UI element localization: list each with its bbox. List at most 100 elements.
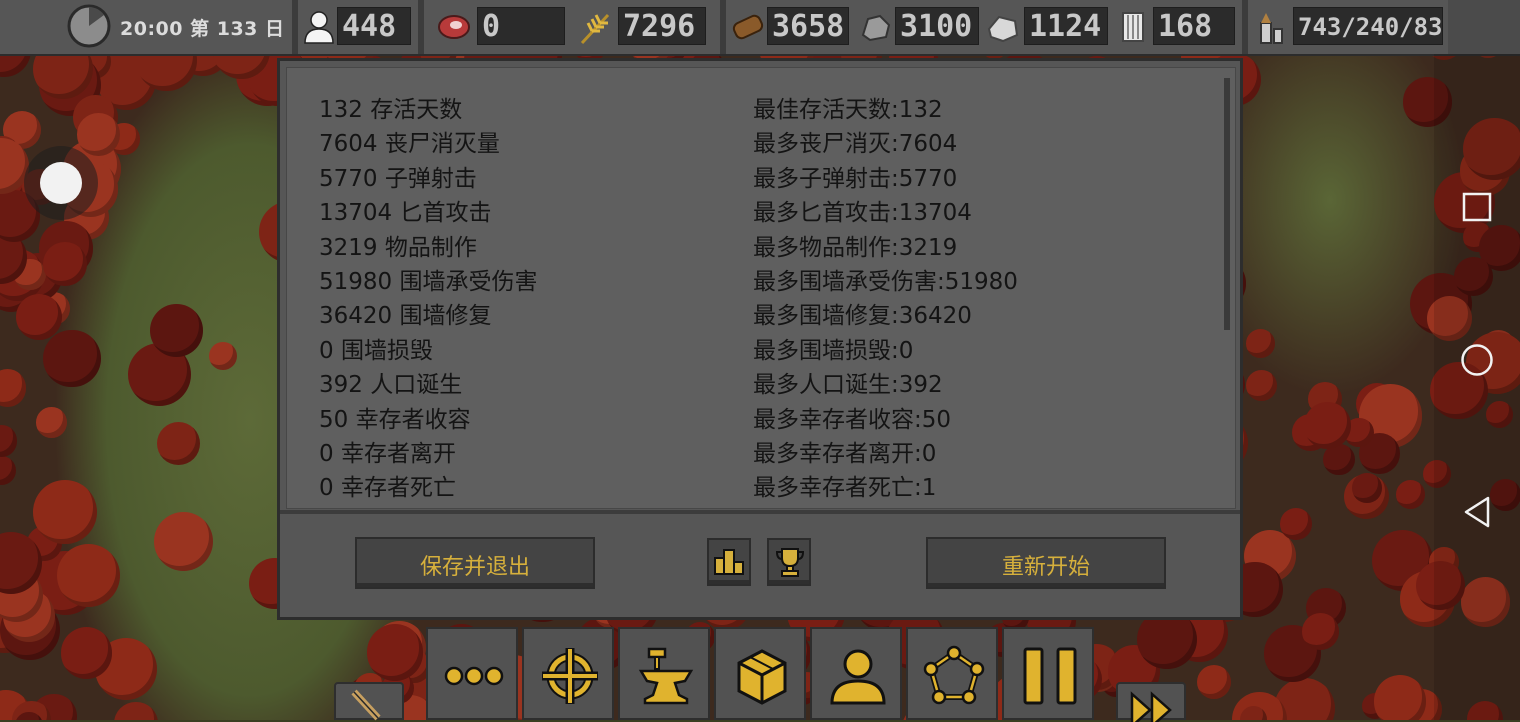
stat-row: 3219 物品制作 最多物品制作:3219 — [287, 228, 1227, 262]
back-icon[interactable] — [1462, 495, 1492, 529]
tree-canopy — [153, 511, 213, 571]
recent-apps-icon[interactable] — [1462, 192, 1492, 222]
stat-current-value: 36420 围墙修复 — [319, 303, 492, 330]
tree-canopy — [0, 455, 17, 486]
scrap-metal-icon — [987, 15, 1019, 43]
ammo-icon — [1260, 13, 1283, 44]
tree-canopy — [1301, 612, 1339, 650]
restart-label: 重新开始 — [1001, 555, 1090, 580]
survivors-button[interactable] — [810, 627, 902, 720]
stat-best-value: 最多物品 — [753, 503, 845, 508]
tree-canopy — [1303, 401, 1351, 449]
stat-row: 5770 子弹射击 最多子弹射击:5770 — [287, 159, 1227, 193]
home-icon[interactable] — [1460, 343, 1494, 377]
network-button[interactable] — [906, 627, 998, 720]
podium-icon — [714, 549, 744, 575]
tree-canopy — [77, 113, 120, 156]
storage-button[interactable] — [714, 627, 806, 720]
joystick-knob[interactable] — [40, 162, 82, 204]
stat-best-value: 最多物品制作:3219 — [753, 234, 958, 261]
stat-row: 0 幸存者离开 最多幸存者离开:0 — [287, 434, 1227, 468]
stat-current-value: 0 幸存者死亡 — [319, 475, 456, 502]
stat-current-value: 3219 物品制作 — [319, 234, 477, 261]
tree-canopy — [56, 544, 120, 607]
tree-canopy — [209, 342, 238, 371]
save-and-exit-label: 保存并退出 — [419, 555, 530, 580]
resource-bar: 20:00 第 133 日 448 0 7296 3658 3100 1124 … — [0, 0, 1520, 56]
pause-icon — [1023, 647, 1077, 705]
more-menu-button[interactable] — [426, 627, 518, 720]
survivors-count: 448 — [337, 7, 411, 45]
stat-best-value: 最多幸存者收容:50 — [753, 406, 952, 433]
day-time-label: 20:00 第 133 日 — [120, 14, 285, 41]
tree-canopy — [15, 293, 62, 340]
tree-canopy — [32, 480, 97, 544]
time-text: 20:00 — [120, 18, 183, 40]
crosshair-icon — [542, 648, 598, 704]
pencil-icon — [351, 689, 381, 721]
stat-current-value: 51980 围墙承受伤害 — [319, 269, 538, 295]
ammo-count: 743/240/83 — [1293, 7, 1443, 45]
bottom-toolbar — [426, 627, 1094, 720]
tree-canopy — [366, 624, 423, 681]
tree-canopy — [0, 369, 27, 407]
meat-count: 0 — [477, 7, 565, 45]
stat-best-value: 最多人口诞生:392 — [753, 372, 943, 399]
dialog-divider — [280, 510, 1240, 514]
game-over-stats-dialog: 0 正品 最多物品 0 幸存者死亡 最多幸存者死亡:1 0 幸存者离开 最多幸存者离开:0… — [277, 58, 1243, 620]
stats-scrollbar[interactable] — [1224, 78, 1230, 330]
tree-canopy — [42, 242, 87, 287]
anvil-icon — [638, 647, 694, 705]
target-mode-button[interactable] — [522, 627, 614, 720]
stat-current-value: 13704 匕首攻击 — [319, 200, 492, 227]
stat-row: 51980 围墙承受伤害 最多围墙承受伤害:51980 — [287, 262, 1227, 296]
scrap-count: 1124 — [1024, 7, 1108, 45]
crafting-button[interactable] — [618, 627, 710, 720]
tree-canopy — [35, 406, 67, 438]
stat-current-value: 0 正品 — [319, 503, 387, 508]
achievements-button[interactable] — [767, 538, 811, 586]
stat-best-value: 最多幸存者死亡:1 — [753, 475, 937, 502]
movement-joystick[interactable] — [24, 146, 98, 220]
stat-current-value: 392 人口诞生 — [319, 372, 463, 399]
stat-current-value: 7604 丧尸消灭量 — [319, 131, 500, 158]
pause-button[interactable] — [1002, 627, 1094, 720]
stat-best-value: 最多丧尸消灭:7604 — [753, 131, 958, 158]
stat-current-value: 50 幸存者收容 — [319, 406, 471, 433]
build-tool-button[interactable] — [334, 682, 404, 721]
stat-current-value: 0 幸存者离开 — [319, 441, 456, 467]
tree-canopy — [1280, 508, 1312, 540]
stat-best-value: 最多围墙损毁:0 — [753, 337, 914, 364]
save-and-exit-button[interactable]: 保存并退出 — [355, 537, 595, 589]
tree-canopy — [1196, 664, 1232, 700]
stat-current-value: 5770 子弹射击 — [319, 165, 477, 192]
fast-forward-button[interactable] — [1116, 682, 1186, 722]
stat-row: 132 存活天数 最佳存活天数:132 — [287, 90, 1227, 124]
day-text: 第 133 日 — [190, 18, 285, 40]
stats-list[interactable]: 0 正品 最多物品 0 幸存者死亡 最多幸存者死亡:1 0 幸存者离开 最多幸存者离开:0… — [286, 67, 1236, 509]
clock-icon — [67, 4, 111, 48]
stat-best-value: 最多围墙修复:36420 — [753, 303, 972, 330]
stat-row: 0 幸存者死亡 最多幸存者死亡:1 — [287, 468, 1227, 502]
network-icon — [923, 645, 985, 705]
stone-count: 3100 — [895, 7, 979, 45]
wheat-count: 7296 — [618, 7, 706, 45]
tree-canopy — [1246, 329, 1276, 359]
leaderboard-button[interactable] — [707, 538, 751, 586]
meat-icon — [438, 15, 470, 39]
stat-best-value: 最佳存活天数:132 — [753, 97, 943, 123]
more-dots-icon — [444, 666, 504, 686]
stat-best-value: 最多围墙承受伤害:51980 — [753, 269, 1018, 295]
stone-icon — [861, 14, 891, 42]
stat-row: 392 人口诞生 最多人口诞生:392 — [287, 365, 1227, 399]
tree-canopy — [43, 330, 101, 388]
tree-canopy — [0, 425, 18, 457]
steel-count: 168 — [1153, 7, 1235, 45]
restart-button[interactable]: 重新开始 — [926, 537, 1166, 589]
tree-canopy — [156, 421, 201, 465]
tree-canopy — [150, 303, 204, 357]
tree-canopy — [61, 627, 113, 679]
stat-row: 50 幸存者收容 最多幸存者收容:50 — [287, 400, 1227, 434]
trophy-icon — [775, 548, 805, 577]
stat-best-value: 最多子弹射击:5770 — [753, 165, 958, 192]
